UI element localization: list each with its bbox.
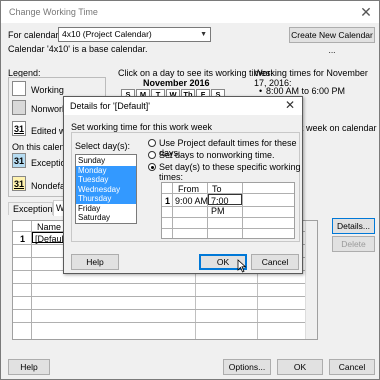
grid-line (13, 296, 317, 297)
working-time-item: 8:00 AM to 6:00 PM (266, 86, 346, 96)
list-item[interactable]: Monday (76, 165, 136, 175)
grid-line (172, 183, 173, 238)
mouse-cursor-icon (237, 259, 247, 273)
col-to-header: To (212, 184, 222, 194)
time-row-number: 1 (165, 196, 171, 206)
dialog-close-icon[interactable]: ✕ (285, 98, 295, 112)
window-close-icon[interactable]: ✕ (357, 3, 375, 21)
legend-edited: Edited w (31, 126, 66, 136)
calendar-select-value: 4x10 (Project Calendar) (62, 29, 152, 39)
radio-nonworking-label: Set days to nonworking time. (159, 150, 275, 160)
grid-line (162, 206, 294, 207)
radio-default-times[interactable] (148, 139, 156, 147)
legend-working: Working (31, 85, 64, 95)
window-titlebar: Change Working Time ✕ (1, 1, 379, 23)
list-item[interactable]: Thursday (76, 194, 136, 204)
grid-line (13, 283, 317, 284)
grid-line (162, 228, 294, 229)
options-button[interactable]: Options... (223, 359, 271, 375)
grid-col-name: Name (37, 222, 62, 232)
time-from-cell[interactable]: 9:00 AM (175, 196, 208, 206)
grid-line (13, 309, 317, 310)
dialog-cancel-button[interactable]: Cancel (251, 254, 299, 270)
working-times-heading: Working times for November 17, 2016: (254, 68, 368, 88)
list-item[interactable]: Tuesday (76, 175, 136, 185)
list-item[interactable]: Friday (76, 204, 136, 214)
window-title: Change Working Time (9, 7, 98, 17)
grid-line (207, 183, 208, 238)
calendar-instruction: Click on a day to see its working times: (118, 68, 274, 78)
select-days-label: Select day(s): (75, 141, 131, 151)
dialog-section-label: Set working time for this work week (71, 122, 213, 132)
radio-nonworking[interactable] (148, 151, 156, 159)
base-calendar-info: Calendar '4x10' is a base calendar. (8, 44, 148, 54)
for-calendar-label: For calendar: (8, 30, 62, 40)
list-item[interactable]: Sunday (76, 156, 136, 166)
nonworking-swatch (12, 100, 26, 115)
delete-button[interactable]: Delete (332, 236, 375, 252)
working-swatch (12, 81, 26, 96)
exception-swatch: 31 (12, 153, 26, 168)
cancel-button[interactable]: Cancel (329, 359, 375, 375)
grid-line (242, 183, 243, 238)
col-from-header: From (178, 184, 199, 194)
radio-specific-label: Set day(s) to these specific working tim… (159, 162, 301, 182)
nondefault-swatch: 31 (12, 176, 26, 191)
grid-line (13, 322, 317, 323)
tab-exceptions[interactable]: Exceptions (8, 202, 57, 215)
details-dialog: Details for '[Default]' ✕ Set working ti… (63, 96, 303, 274)
grid-line (162, 217, 294, 218)
radio-specific-times[interactable] (148, 163, 156, 171)
bullet-icon: • (259, 86, 263, 96)
days-listbox[interactable]: Sunday Monday Tuesday Wednesday Thursday… (75, 154, 137, 224)
chevron-down-icon: ▼ (200, 31, 207, 38)
dialog-titlebar: Details for '[Default]' ✕ (64, 97, 302, 115)
time-to-input[interactable]: 7:00 PM (208, 194, 242, 216)
working-times-grid[interactable]: From To 1 9:00 AM 7:00 PM (161, 182, 295, 239)
list-item[interactable]: Wednesday (76, 184, 136, 194)
dialog-title: Details for '[Default]' (70, 101, 150, 111)
help-button[interactable]: Help (8, 359, 50, 375)
dialog-help-button[interactable]: Help (71, 254, 119, 270)
ok-button[interactable]: OK (277, 359, 323, 375)
tab-exceptions-label: Exceptions (13, 204, 58, 214)
calendar-month: November 2016 (143, 78, 210, 88)
edited-swatch: 31 (12, 121, 26, 136)
details-button[interactable]: Details... (332, 218, 375, 234)
list-item[interactable]: Saturday (76, 213, 136, 223)
create-new-calendar-button[interactable]: Create New Calendar ... (289, 27, 375, 55)
calendar-select[interactable]: 4x10 (Project Calendar) ▼ (58, 27, 211, 42)
grid-scrollbar[interactable] (305, 221, 317, 339)
grid-row-number: 1 (20, 234, 26, 244)
working-times-note: k week on calendar (299, 123, 377, 133)
